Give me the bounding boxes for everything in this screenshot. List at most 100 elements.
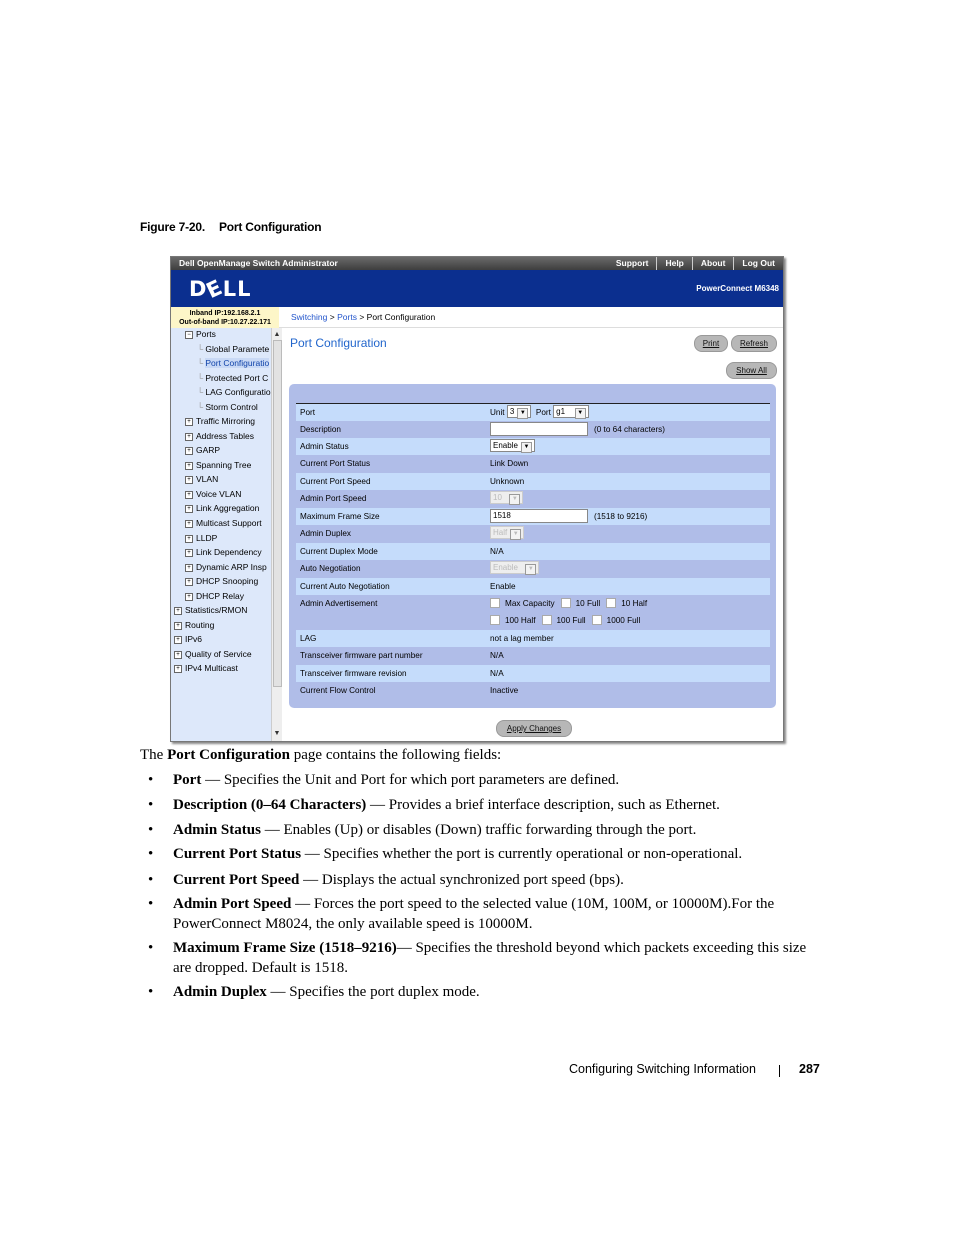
- sidebar-item[interactable]: + IPv6: [174, 634, 202, 644]
- description-hint: (0 to 64 characters): [594, 425, 665, 434]
- description-input[interactable]: [490, 421, 588, 436]
- app-title: Dell OpenManage Switch Administrator: [179, 258, 338, 268]
- sidebar-item[interactable]: + LLDP: [185, 533, 217, 543]
- port-label: Port: [300, 408, 316, 417]
- field-term: Description (0–64 Characters): [173, 797, 367, 813]
- expand-icon[interactable]: +: [185, 491, 193, 499]
- expand-icon[interactable]: +: [185, 535, 193, 543]
- 10-full-checkbox[interactable]: [560, 597, 571, 608]
- sidebar-item[interactable]: + Link Aggregation: [185, 503, 259, 513]
- expand-icon[interactable]: +: [185, 564, 193, 572]
- current-port-status-value: Link Down: [490, 459, 529, 468]
- expand-icon[interactable]: +: [185, 462, 193, 470]
- sidebar-item[interactable]: └ Storm Control: [197, 402, 258, 412]
- expand-icon[interactable]: +: [174, 607, 182, 615]
- refresh-button[interactable]: Refresh: [731, 335, 777, 352]
- sidebar-item[interactable]: + Statistics/RMON: [174, 605, 247, 615]
- bullet-icon: •: [148, 896, 154, 912]
- breadcrumb-ports[interactable]: Ports: [337, 312, 357, 322]
- sidebar-item[interactable]: + Spanning Tree: [185, 460, 251, 470]
- row-description: Description (0 to 64 characters): [296, 421, 770, 438]
- expand-icon[interactable]: +: [174, 665, 182, 673]
- 100-half-checkbox[interactable]: [490, 614, 500, 625]
- help-link[interactable]: Help: [656, 257, 691, 270]
- expand-icon[interactable]: +: [185, 476, 193, 484]
- unit-select[interactable]: 3 ▼: [506, 405, 532, 420]
- expand-icon[interactable]: +: [185, 578, 193, 586]
- expand-icon[interactable]: +: [174, 622, 182, 630]
- 1000-full-checkbox[interactable]: [591, 614, 602, 625]
- collapse-icon[interactable]: −: [185, 331, 193, 339]
- sidebar-item[interactable]: + Voice VLAN: [185, 489, 241, 499]
- expand-icon[interactable]: +: [185, 549, 193, 557]
- 10-half-checkbox[interactable]: [606, 597, 617, 608]
- show-all-button[interactable]: Show All: [726, 362, 777, 379]
- print-button[interactable]: Print: [694, 335, 728, 352]
- max-frame-size-input[interactable]: 1518: [490, 508, 588, 523]
- breadcrumb-switching[interactable]: Switching: [291, 312, 327, 322]
- chevron-down-icon: ▼: [520, 442, 532, 454]
- admin-status-label: Admin Status: [300, 442, 349, 451]
- expand-icon[interactable]: +: [185, 418, 193, 426]
- sidebar-item[interactable]: + Multicast Support: [185, 518, 262, 528]
- admin-duplex-select[interactable]: Half ▼: [490, 526, 525, 541]
- auto-negotiation-select[interactable]: Enable ▼: [490, 561, 540, 576]
- port-select[interactable]: g1 ▼: [553, 405, 589, 420]
- chevron-down-icon: ▼: [509, 494, 521, 506]
- sidebar-item-label: Statistics/RMON: [185, 605, 248, 615]
- sidebar-item[interactable]: + VLAN: [185, 474, 218, 484]
- sidebar-item[interactable]: − Ports: [185, 329, 216, 339]
- sidebar-item[interactable]: └ LAG Configuratio: [197, 387, 271, 397]
- auto-negotiation-value: Enable: [493, 563, 518, 573]
- field-description: Admin Port Speed — Forces the port speed…: [173, 895, 813, 934]
- row-lag: LAG not a lag member: [296, 630, 770, 647]
- port-config-panel: Port Unit 3 ▼ Port g1 ▼ Description (0 to…: [289, 384, 776, 708]
- sidebar-item[interactable]: + Traffic Mirroring: [185, 416, 255, 426]
- apply-changes-button[interactable]: Apply Changes: [496, 720, 572, 737]
- sidebar-scrollbar[interactable]: ▲ ▼: [271, 328, 282, 741]
- expand-icon[interactable]: +: [174, 636, 182, 644]
- sidebar-item[interactable]: + GARP: [185, 445, 220, 455]
- max-frame-size-hint: (1518 to 9216): [594, 512, 648, 521]
- support-link[interactable]: Support: [608, 257, 657, 270]
- scroll-down-icon[interactable]: ▼: [272, 729, 282, 739]
- expand-icon[interactable]: +: [185, 593, 193, 601]
- sidebar-item-label: IPv4 Multicast: [185, 663, 238, 673]
- admin-status-select[interactable]: Enable ▼: [490, 439, 535, 454]
- 100-full-checkbox[interactable]: [541, 614, 552, 625]
- logout-link[interactable]: Log Out: [733, 257, 783, 270]
- expand-icon[interactable]: +: [185, 520, 193, 528]
- sidebar-item[interactable]: + Quality of Service: [174, 649, 252, 659]
- expand-icon[interactable]: +: [185, 433, 193, 441]
- sidebar-item[interactable]: + DHCP Relay: [185, 591, 244, 601]
- scroll-thumb[interactable]: [273, 340, 282, 687]
- expand-icon[interactable]: +: [185, 505, 193, 513]
- about-link[interactable]: About: [691, 257, 734, 270]
- sidebar-item[interactable]: └ Global Paramete: [197, 344, 269, 354]
- expand-icon[interactable]: +: [174, 651, 182, 659]
- scroll-up-icon[interactable]: ▲: [272, 330, 282, 340]
- page-title: Port Configuration: [290, 336, 387, 350]
- sidebar-item-label: Link Aggregation: [196, 503, 260, 513]
- sidebar-item[interactable]: + IPv4 Multicast: [174, 663, 238, 673]
- sidebar-item[interactable]: + Link Dependency: [185, 547, 262, 557]
- footer-section: Configuring Switching Information: [569, 1062, 756, 1076]
- admin-duplex-label: Admin Duplex: [300, 529, 351, 538]
- current-flow-control-label: Current Flow Control: [300, 686, 376, 695]
- sidebar-item[interactable]: + DHCP Snooping: [185, 576, 258, 586]
- sidebar-item-label: Protected Port C: [205, 373, 269, 383]
- admin-port-speed-label: Admin Port Speed: [300, 494, 367, 503]
- expand-icon[interactable]: +: [185, 447, 193, 455]
- sidebar-item-label: Address Tables: [196, 431, 254, 441]
- max-capacity-checkbox[interactable]: [490, 597, 500, 608]
- sidebar-item[interactable]: + Routing: [174, 620, 214, 630]
- sidebar-item[interactable]: + Address Tables: [185, 431, 254, 441]
- banner: DELL PowerConnect M6348: [171, 270, 783, 307]
- screenshot-frame: Dell OpenManage Switch Administrator Sup…: [170, 256, 784, 742]
- footer-separator: [779, 1065, 780, 1077]
- sidebar-item[interactable]: └ Port Configuratio: [197, 358, 270, 368]
- sidebar-item[interactable]: + Dynamic ARP Insp: [185, 562, 267, 572]
- chevron-down-icon: ▼: [525, 564, 537, 576]
- sidebar-item[interactable]: └ Protected Port C: [197, 373, 268, 383]
- admin-port-speed-select[interactable]: 10 ▼: [490, 491, 524, 506]
